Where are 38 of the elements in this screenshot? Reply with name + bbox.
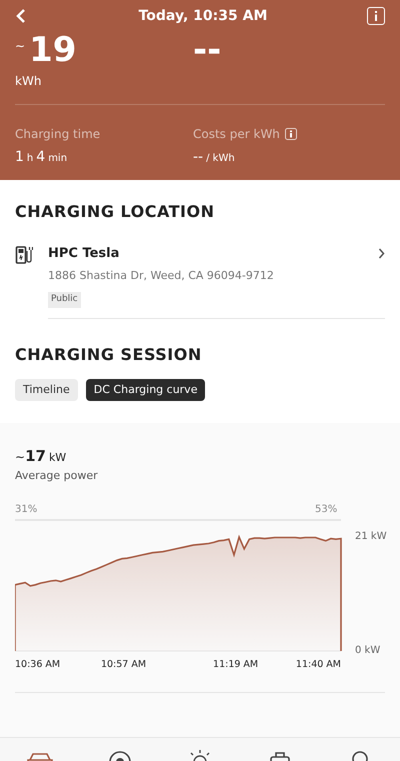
section-heading: CHARGING SESSION	[15, 344, 203, 366]
stat-value: --	[193, 148, 204, 167]
axis-label: 21 kW	[355, 531, 387, 543]
back-icon	[15, 8, 27, 24]
energy-unit: kWh	[15, 73, 42, 90]
axis-label: 10:36 AM	[15, 659, 60, 671]
stat-value: 1	[15, 148, 24, 167]
stat-unit: min	[48, 152, 68, 166]
screen-title: Today, 10:35 AM	[138, 6, 268, 26]
soc-start: 31%	[15, 504, 38, 516]
average-value: 17	[25, 446, 46, 467]
average-label: Average power	[15, 468, 99, 484]
location-address: 1886 Shastina Dr, Weed, CA 96094-9712	[48, 268, 275, 284]
section-heading: CHARGING LOCATION	[15, 201, 216, 223]
approx-mark: ~	[15, 40, 26, 52]
axis-label: 11:40 AM	[296, 659, 341, 671]
axis-label: 0 kW	[355, 645, 380, 657]
segment-tab[interactable]: Timeline	[15, 379, 78, 401]
stat-unit: h	[26, 152, 34, 166]
axis-label: 11:19 AM	[213, 659, 258, 671]
stat-label: Costs per kWh	[193, 126, 280, 143]
cost-value: --	[193, 32, 222, 68]
axis-label: 10:57 AM	[100, 659, 146, 671]
segment-tab[interactable]: DC Charging curve	[86, 379, 206, 401]
stat-label: Charging time	[15, 126, 100, 143]
charger-icon	[15, 246, 33, 264]
info-icon[interactable]	[284, 128, 297, 140]
average-unit: kW	[48, 450, 66, 466]
chevron-icon[interactable]	[378, 248, 385, 260]
info-button[interactable]	[366, 7, 385, 25]
location-name[interactable]: HPC Tesla	[48, 244, 120, 264]
stat-unit: / kWh	[206, 152, 235, 166]
info-icon	[374, 11, 378, 21]
approx-mark: ~	[15, 449, 26, 466]
soc-end: 53%	[315, 504, 338, 516]
location-tag: Public	[48, 292, 81, 308]
energy-value: 19	[29, 32, 76, 68]
stat-value: 4	[36, 148, 46, 167]
